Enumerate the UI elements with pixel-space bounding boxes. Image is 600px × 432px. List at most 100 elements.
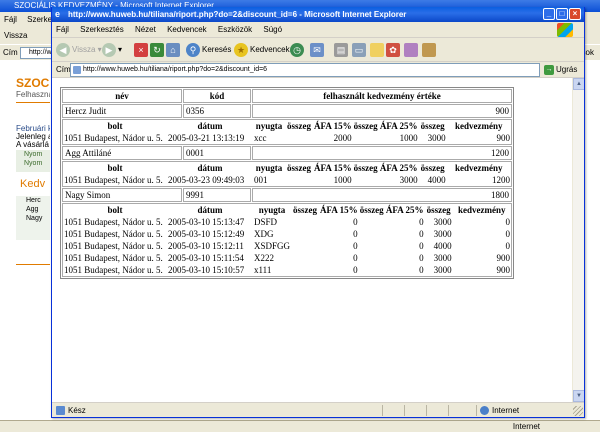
customer-name: Nagy Simon <box>62 188 182 202</box>
stop-button[interactable]: × <box>134 41 150 59</box>
sub-header-discount: kedvezmény <box>455 163 503 173</box>
customer-detail-row: bolt dátum nyugta összeg ÁFA 15% összeg ÁFA 2… <box>62 203 512 277</box>
menu-view[interactable]: Nézet <box>135 25 156 34</box>
edit-button[interactable]: ▭ <box>352 41 368 59</box>
background-address-label: Cím <box>3 48 18 57</box>
sub-header-amount-vat25: összeg ÁFA 25% <box>359 205 424 215</box>
receipt-header-row: bolt dátum nyugta összeg ÁFA 15% összeg ÁFA 2… <box>63 120 511 132</box>
menu-edit[interactable]: Szerkesztés <box>80 25 124 34</box>
go-arrow-icon: → <box>544 64 554 75</box>
background-discount-heading: Kedv <box>20 178 46 190</box>
menu-bar: Fájl Szerkesztés Nézet Kedvencek Eszközö… <box>52 22 584 38</box>
receipt-b: 0 <box>419 241 424 251</box>
sub-header-date: dátum <box>197 121 223 131</box>
status-divider <box>448 405 449 416</box>
receipt-receipt: DSFD <box>254 217 278 227</box>
vertical-scrollbar[interactable]: ▲ ▼ <box>572 78 584 402</box>
sub-header-amount2: összeg <box>426 205 451 215</box>
sub-header-receipt: nyugta <box>258 205 286 215</box>
forward-button[interactable]: ▶ ▾ <box>102 41 122 59</box>
research-button[interactable] <box>404 41 420 59</box>
background-print-link[interactable]: Nyom <box>16 159 50 168</box>
status-divider <box>426 405 427 416</box>
status-divider <box>404 405 405 416</box>
customer-detail-cell: bolt dátum nyugta összeg ÁFA 15% összeg ÁFA 2… <box>62 161 512 187</box>
receipt-table: bolt dátum nyugta összeg ÁFA 15% összeg ÁFA 2… <box>63 204 511 276</box>
messenger-button[interactable]: ✿ <box>386 41 402 59</box>
scroll-up-button[interactable]: ▲ <box>573 78 584 90</box>
back-button[interactable]: ◀ Vissza ▾ <box>56 41 102 59</box>
background-print-box: Nyom Nyom <box>16 150 50 172</box>
receipt-d: 0 <box>505 229 511 239</box>
book-icon <box>404 42 418 57</box>
menu-favorites[interactable]: Kedvencek <box>167 25 207 34</box>
receipt-d: 1200 <box>492 175 510 185</box>
star-icon: ★ <box>234 42 248 57</box>
background-divider <box>16 264 50 265</box>
background-divider <box>16 102 50 103</box>
receipt-date: 2005-03-10 15:13:47 <box>168 217 245 227</box>
mail-button[interactable]: ✉ <box>310 41 326 59</box>
background-customer-item[interactable]: Agg <box>16 205 50 214</box>
receipt-d: 900 <box>496 133 511 143</box>
receipt-date: 2005-03-10 15:12:49 <box>168 229 245 239</box>
customer-row: Hercz Judit 0356 900 <box>62 104 512 118</box>
sub-header-vat15: ÁFA 15% <box>314 121 352 131</box>
receipt-a: 0 <box>353 229 358 239</box>
address-input[interactable]: http://www.huweb.hu/tiliana/riport.php?d… <box>70 63 540 77</box>
address-value: http://www.huweb.hu/tiliana/riport.php?d… <box>83 66 268 73</box>
print-button[interactable]: ▤ <box>334 41 350 59</box>
scroll-down-button[interactable]: ▼ <box>573 390 584 402</box>
background-customer-item[interactable]: Herc <box>16 196 50 205</box>
page-content: név kód felhasznált kedvezmény értéke He… <box>52 78 584 402</box>
resize-grip[interactable] <box>573 406 583 416</box>
customer-discount-value: 1200 <box>252 146 512 160</box>
favorites-button[interactable]: ★ Kedvencek <box>234 41 290 59</box>
refresh-button[interactable]: ↻ <box>150 41 166 59</box>
receipt-receipt: XDG <box>254 229 274 239</box>
toolbar: ◀ Vissza ▾ ▶ ▾ × ↻ ⌂ ⚲ Keresés ★ Kedvencek ◷… <box>52 38 584 62</box>
messenger-icon: ✿ <box>386 42 400 57</box>
receipt-b: 0 <box>419 265 424 275</box>
search-icon: ⚲ <box>186 42 200 57</box>
header-discount-value: felhasznált kedvezmény értéke <box>252 89 512 103</box>
close-button[interactable]: × <box>569 8 581 20</box>
popup-title-bar[interactable]: e http://www.huweb.hu/tiliana/riport.php… <box>52 7 584 22</box>
receipt-date: 2005-03-10 15:11:54 <box>168 253 244 263</box>
sub-header-shop: bolt <box>107 163 123 173</box>
menu-file[interactable]: Fájl <box>56 25 69 34</box>
address-bar: Cím http://www.huweb.hu/tiliana/riport.p… <box>52 62 584 78</box>
search-button[interactable]: ⚲ Keresés <box>186 41 231 59</box>
background-print-link[interactable]: Nyom <box>16 150 50 159</box>
history-button[interactable]: ◷ <box>290 41 306 59</box>
links-icon <box>422 42 436 57</box>
receipt-row: 1051 Budapest, Nádor u. 5. 2005-03-21 13:… <box>63 132 511 144</box>
home-button[interactable]: ⌂ <box>166 41 182 59</box>
receipt-receipt: xcc <box>254 133 267 143</box>
sub-header-amount-vat25: összeg ÁFA 25% <box>353 121 418 131</box>
background-menu-file[interactable]: Fájl <box>4 15 17 24</box>
receipt-table: bolt dátum nyugta összeg ÁFA 15% összeg ÁFA 2… <box>63 120 511 144</box>
sub-header-shop: bolt <box>107 205 123 215</box>
go-button[interactable]: → Ugrás <box>544 62 577 78</box>
minimize-button[interactable]: _ <box>543 8 555 20</box>
receipt-receipt: x111 <box>254 265 272 275</box>
receipt-b: 3000 <box>399 175 418 185</box>
sub-header-date: dátum <box>197 163 223 173</box>
sub-header-receipt: nyugta <box>255 163 283 173</box>
receipt-header-row: bolt dátum nyugta összeg ÁFA 15% összeg ÁFA 2… <box>63 162 511 174</box>
status-bar: Kész Internet <box>52 402 584 417</box>
customer-discount-value: 900 <box>252 104 512 118</box>
globe-icon <box>480 406 489 416</box>
background-customer-item[interactable]: Nagy <box>16 214 50 223</box>
maximize-button[interactable]: □ <box>556 8 568 20</box>
folder-button[interactable] <box>370 41 386 59</box>
links-button[interactable] <box>422 41 438 59</box>
receipt-header-row: bolt dátum nyugta összeg ÁFA 15% összeg ÁFA 2… <box>63 204 511 216</box>
receipt-a: 0 <box>353 217 358 227</box>
background-back-button[interactable]: Vissza <box>4 31 27 40</box>
folder-icon <box>370 42 384 57</box>
menu-tools[interactable]: Eszközök <box>218 25 252 34</box>
receipt-shop: 1051 Budapest, Nádor u. 5. <box>64 253 163 263</box>
menu-help[interactable]: Súgó <box>263 25 282 34</box>
